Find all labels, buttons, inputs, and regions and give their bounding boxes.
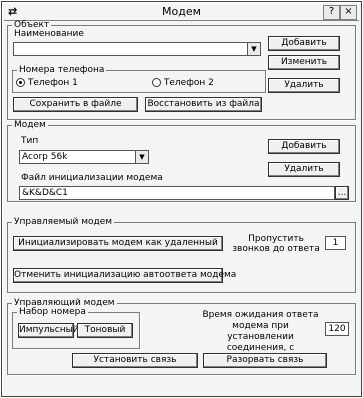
phone2-radio[interactable]: Телефон 2 [152, 78, 214, 88]
dial-group-legend: Набор номера [19, 307, 86, 317]
pulse-dial-button[interactable]: Импульсный [18, 323, 79, 338]
managed-modem-legend: Управляемый модем [14, 217, 113, 227]
save-to-file-button[interactable]: Сохранить в файле [13, 97, 138, 112]
object-add-button[interactable]: Добавить [268, 36, 340, 51]
phone1-label: Телефон 1 [27, 78, 78, 88]
init-as-remote-button[interactable]: Инициализировать модем как удаленный [13, 236, 223, 251]
timeout-label: Время ожидания ответа модема при установ… [202, 310, 319, 353]
modem-group-legend: Модем [14, 120, 46, 130]
title-bar: ⇄ Модем ? × [4, 4, 359, 21]
modem-type-combo[interactable]: Acorp 56k ▼ [19, 150, 149, 164]
tone-dial-button[interactable]: Тоновый [77, 323, 133, 338]
help-button[interactable]: ? [323, 5, 340, 20]
modem-add-button[interactable]: Добавить [268, 139, 340, 154]
connect-button[interactable]: Установить связь [72, 353, 198, 368]
phone1-radio[interactable]: Телефон 1 [16, 78, 78, 88]
object-delete-button[interactable]: Удалить [268, 78, 340, 93]
skip-rings-label: Пропустить звонков до ответа [232, 234, 320, 254]
object-edit-button[interactable]: Изменить [268, 55, 340, 70]
restore-from-file-button[interactable]: Восстановить из файла [145, 97, 262, 112]
init-file-field[interactable]: &K&D&C1 [19, 186, 335, 200]
close-button[interactable]: × [340, 5, 357, 20]
chevron-down-icon[interactable]: ▼ [247, 43, 260, 55]
name-combo[interactable]: ▼ [13, 42, 261, 56]
modem-dialog: ⇄ Модем ? × Объект Наименование ▼ Добави… [1, 1, 362, 397]
modem-type-value: Acorp 56k [22, 152, 68, 162]
skip-rings-field[interactable]: 1 [325, 236, 346, 250]
init-file-label: Файл инициализации модема [21, 173, 163, 183]
radio-empty-icon [152, 78, 161, 87]
phone2-label: Телефон 2 [163, 78, 214, 88]
phone-group-legend: Номера телефона [19, 65, 105, 75]
modem-delete-button[interactable]: Удалить [268, 162, 340, 177]
timeout-field[interactable]: 120 [325, 322, 349, 336]
cancel-autoanswer-button[interactable]: Отменить инициализацию автоответа модема [13, 268, 236, 283]
window-title: Модем [162, 5, 201, 18]
disconnect-button[interactable]: Разорвать связь [203, 353, 327, 368]
chevron-down-icon[interactable]: ▼ [135, 151, 148, 163]
name-label: Наименование [14, 29, 84, 39]
browse-button[interactable]: ... [335, 186, 349, 200]
radio-selected-icon [16, 78, 25, 87]
type-label: Тип [21, 136, 39, 146]
